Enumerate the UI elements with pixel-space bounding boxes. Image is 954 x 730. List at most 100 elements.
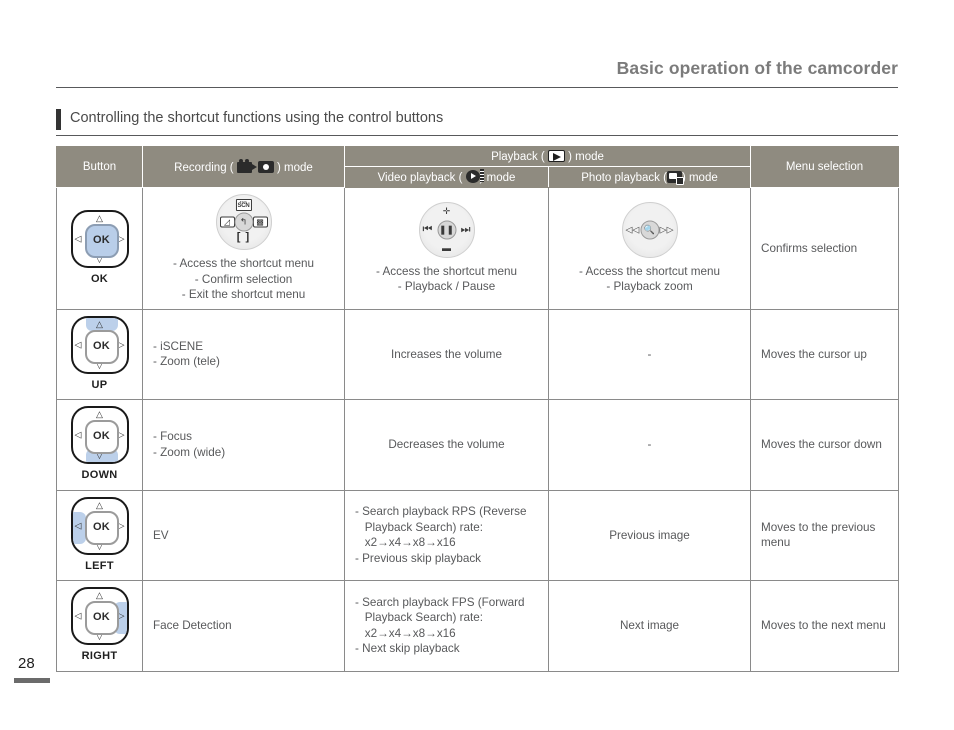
video-playback-label-post: ) mode	[479, 172, 516, 184]
cell-menu-selection: Moves the cursor up	[750, 308, 900, 400]
previous-image-icon: ◁◁	[625, 224, 640, 235]
cell-menu-selection: Confirms selection	[750, 187, 900, 310]
dpad-arrow-left-icon: ◁	[74, 339, 82, 349]
table-header-row-1: Button Recording ( ) mode Playback ( ) m…	[56, 146, 900, 188]
dpad-arrow-up-icon: △	[96, 212, 103, 223]
table-head: Button Recording ( ) mode Playback ( ) m…	[56, 146, 900, 188]
dpad-up[interactable]: △ ▽ ◁ ▷ OK	[70, 315, 129, 374]
cell-button: △ ▽ ◁ ▷ OK DOWN	[56, 399, 143, 491]
zoom-icon: 🔍	[640, 220, 659, 240]
col-header-menu-selection: Menu selection	[750, 146, 900, 188]
cell-photo-playback: -	[547, 308, 752, 400]
dpad-ok-button[interactable]: OK	[84, 329, 119, 364]
video-playback-label-pre: Video playback (	[377, 172, 466, 184]
cell-button: △ ▽ ◁ ▷ OK RIGHT	[56, 580, 143, 672]
dpad-caption: OK	[90, 272, 109, 285]
cell-photo-playback: ◁◁ ▷▷ 🔍 - Access the shortcut menu - Playbac…	[547, 187, 752, 310]
dpad-caption: LEFT	[85, 559, 114, 572]
cell-video-playback-text: Decreases the volume	[388, 438, 505, 451]
skip-next-icon: ⏭	[460, 223, 471, 236]
cell-photo-playback: Previous image	[547, 489, 752, 581]
cell-video-playback-text: - Search playback RPS (Reverse Playback …	[355, 505, 527, 565]
cell-menu-selection-text: Moves to the next menu	[761, 619, 886, 632]
dpad-arrow-left-icon: ◁	[74, 610, 82, 621]
dpad-arrow-up-icon: △	[96, 499, 103, 510]
cell-menu-selection-text: Moves to the previous menu	[761, 520, 876, 550]
cell-recording: EV	[142, 489, 345, 581]
dpad-arrow-right-icon: ▷	[117, 339, 125, 349]
dpad-ok-button[interactable]: OK	[84, 223, 119, 258]
return-icon: ↰	[234, 212, 253, 232]
dpad-arrow-right-icon: ▷	[117, 610, 125, 621]
cell-menu-selection-text: Moves the cursor up	[761, 347, 867, 361]
dpad-arrow-right-icon: ▷	[117, 233, 125, 243]
dpad-down[interactable]: △ ▽ ◁ ▷ OK	[70, 406, 129, 464]
cell-video-playback-text: - Access the shortcut menu - Playback / P…	[376, 264, 517, 294]
cell-photo-playback: Next image	[547, 580, 752, 672]
cell-photo-playback-text: Previous image	[609, 528, 690, 542]
dpad-body: △ ▽ ◁ ▷ OK	[70, 209, 129, 268]
photo-camera-icon	[257, 160, 274, 173]
table-row: △ ▽ ◁ ▷ OK RIGHT Face Detection - Search playba…	[56, 580, 900, 672]
dpad-caption: DOWN	[81, 469, 118, 481]
dpad-body: △ ▽ ◁ ▷ OK	[70, 496, 129, 555]
page-title: Basic operation of the camcorder	[616, 58, 898, 78]
dpad-arrow-left-icon: ◁	[74, 429, 82, 440]
cell-recording: - iSCENE - Zoom (tele)	[142, 308, 345, 400]
table-row: △ ▽ ◁ ▷ OK OK ▪▪▪▪ SCN ◿ ▩[ ] ↰ - Access the shortc…	[56, 187, 900, 310]
shortcut-wheel-recording: ▪▪▪▪ SCN ◿ ▩[ ] ↰	[215, 194, 272, 250]
photo-playback-label-pre: Photo playback (	[581, 171, 667, 184]
focus-brackets-icon: [ ]	[236, 230, 251, 243]
dpad-ok[interactable]: △ ▽ ◁ ▷ OK	[70, 209, 129, 268]
pause-icon: ❚❚	[437, 220, 456, 240]
cell-video-playback: - Search playback RPS (Reverse Playback …	[344, 489, 549, 581]
cell-recording-text: - Focus - Zoom (wide)	[153, 430, 226, 459]
section-title: Controlling the shortcut functions using…	[70, 110, 444, 126]
cell-photo-playback-text: - Access the shortcut menu - Playback zoo…	[579, 264, 720, 294]
scn-icon: ▪▪▪▪ SCN	[235, 199, 252, 211]
cell-menu-selection-text: Confirms selection	[761, 241, 858, 255]
dpad-arrow-up-icon: △	[96, 409, 103, 419]
dpad-arrow-left-icon: ◁	[74, 520, 82, 530]
section-divider	[56, 135, 898, 136]
cell-photo-playback: -	[547, 399, 752, 491]
page-header: Basic operation of the camcorder	[56, 58, 898, 88]
section-heading: Controlling the shortcut functions using…	[56, 108, 898, 130]
cell-video-playback-text: Increases the volume	[390, 347, 503, 361]
dpad-ok-button[interactable]: OK	[84, 420, 119, 454]
play-mode-icon	[547, 150, 565, 162]
photo-playback-icon	[666, 170, 684, 185]
dpad-caption: RIGHT	[81, 650, 118, 662]
cell-recording-text: Face Detection	[153, 619, 232, 632]
control-buttons-table: Button Recording ( ) mode Playback ( ) m…	[56, 146, 900, 672]
cell-recording: - Focus - Zoom (wide)	[142, 399, 345, 491]
cell-recording-text: - Access the shortcut menu - Confirm sele…	[173, 257, 314, 301]
camcorder-icon	[236, 158, 257, 173]
section-accent-bar	[56, 109, 61, 130]
skip-previous-icon: ⏮	[422, 223, 433, 236]
cell-recording: Face Detection	[142, 580, 345, 672]
cell-photo-playback-text: Next image	[619, 619, 680, 632]
cell-photo-playback-text: -	[647, 347, 652, 361]
cell-video-playback: ✛ ⏮ ⏭ ▬ ❚❚ - Access the shortcut menu - Playba…	[344, 187, 549, 310]
recording-label-pre: Recording (	[174, 161, 237, 174]
cell-video-playback: - Search playback FPS (Forward Playback …	[344, 580, 549, 672]
ev-icon: ◿	[219, 216, 235, 228]
photo-playback-label-post: ) mode	[681, 171, 718, 184]
cell-menu-selection: Moves to the previous menu	[750, 489, 900, 581]
cell-button: △ ▽ ◁ ▷ OK UP	[56, 308, 143, 400]
dpad-ok-button[interactable]: OK	[84, 601, 119, 635]
video-playback-icon	[465, 169, 484, 183]
dpad-left[interactable]: △ ▽ ◁ ▷ OK	[70, 496, 129, 555]
col-header-video-playback: Video playback ( ) mode	[344, 166, 549, 188]
dpad-ok-button[interactable]: OK	[84, 510, 119, 545]
col-header-photo-playback: Photo playback ( ) mode	[547, 166, 752, 188]
cell-button: △ ▽ ◁ ▷ OK LEFT	[56, 489, 143, 581]
dpad-right[interactable]: △ ▽ ◁ ▷ OK	[70, 587, 129, 645]
playback-label-pre: Playback (	[491, 151, 548, 163]
shortcut-wheel-video: ✛ ⏮ ⏭ ▬ ❚❚	[418, 201, 475, 258]
page-number-bar	[14, 678, 50, 683]
next-image-icon: ▷▷	[659, 224, 674, 235]
dpad-arrow-left-icon: ◁	[74, 233, 82, 243]
dpad-body: △ ▽ ◁ ▷ OK	[70, 406, 129, 464]
